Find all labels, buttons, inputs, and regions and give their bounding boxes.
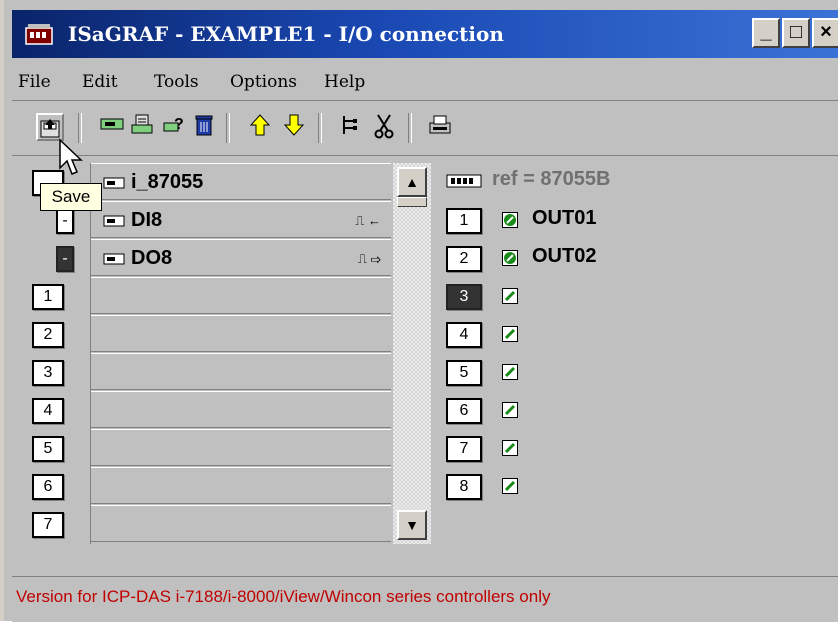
input-signal-icon: ⎍ ← [355,213,381,228]
toolbar-separator [226,113,230,143]
menu-help[interactable]: Help [324,72,365,92]
toolbar: ? [12,100,838,156]
tree-icon[interactable] [336,113,364,141]
svg-text:?: ? [174,116,184,133]
module-label: DO8 [131,247,173,269]
channel-button[interactable]: 6 [446,398,482,424]
slot-button[interactable]: 4 [32,398,64,424]
delete-icon[interactable] [190,113,218,141]
board-ref-label: ref = 87055B [492,168,611,190]
empty-row[interactable] [91,315,391,352]
module-row[interactable]: DO8 ⎍ ⇨ [91,239,391,276]
module-icon [103,215,125,227]
minimize-button[interactable]: _ [752,18,780,48]
close-button[interactable]: × [812,18,838,48]
channel-button[interactable]: 2 [446,246,482,272]
mouse-cursor-icon [59,138,83,175]
title-bar[interactable]: ISaGRAF - EXAMPLE1 - I/O connection _ □ … [12,10,838,58]
output-signal-icon: ⎍ ⇨ [357,251,381,266]
connect-icon[interactable] [98,113,126,141]
empty-row[interactable] [91,391,391,428]
up-icon[interactable] [246,113,274,141]
menu-edit[interactable]: Edit [82,72,118,92]
board-icon [103,177,125,189]
menu-bar: File Edit Tools Options Help [12,66,838,100]
channel-button[interactable]: 3 [446,284,482,310]
board-row[interactable]: i_87055 [91,163,391,200]
channel-variable-name: OUT01 [532,207,597,229]
set-icon[interactable] [128,113,156,141]
empty-row[interactable] [91,429,391,466]
scroll-thumb[interactable] [397,197,427,207]
empty-row[interactable] [91,467,391,504]
module-row[interactable]: DI8 ⎍ ← [91,201,391,238]
window-title: ISaGRAF - EXAMPLE1 - I/O connection [68,22,504,46]
board-list: i_87055 DI8 ⎍ ← DO8 ⎍ ⇨ [90,163,393,544]
empty-row[interactable] [91,277,391,314]
vertical-scrollbar[interactable]: ▲ ▼ [393,163,431,544]
board-ref-icon [446,174,482,188]
status-bar: Version for ICP-DAS i-7188/i-8000/iView/… [12,576,838,622]
channel-button[interactable]: 1 [446,208,482,234]
cut-icon[interactable] [370,113,398,141]
module-label: DI8 [131,209,163,231]
pencil-icon [502,402,518,418]
save-icon[interactable] [36,113,64,141]
menu-file[interactable]: File [18,72,51,92]
slot-button[interactable]: 6 [32,474,64,500]
collapse-button[interactable]: - [56,208,74,234]
down-icon[interactable] [280,113,308,141]
empty-row[interactable] [91,353,391,390]
help-icon[interactable]: ? [160,113,188,141]
toolbar-separator [408,113,412,143]
channel-button[interactable]: 5 [446,360,482,386]
menu-options[interactable]: Options [230,72,297,92]
app-window: ISaGRAF - EXAMPLE1 - I/O connection _ □ … [0,0,838,622]
variable-linked-icon [502,250,518,266]
scroll-up-button[interactable]: ▲ [397,167,427,197]
pencil-icon [502,478,518,494]
collapse-button[interactable]: - [56,246,74,272]
channel-variable-name: OUT02 [532,245,597,267]
channel-button[interactable]: 7 [446,436,482,462]
slot-button[interactable]: 5 [32,436,64,462]
pencil-icon [502,288,518,304]
status-message: Version for ICP-DAS i-7188/i-8000/iView/… [16,587,551,606]
pencil-icon [502,326,518,342]
slot-button[interactable]: 1 [32,284,64,310]
channel-button[interactable]: 4 [446,322,482,348]
slot-button[interactable]: 2 [32,322,64,348]
menu-tools[interactable]: Tools [154,72,199,92]
toolbar-separator [318,113,322,143]
pencil-icon [502,364,518,380]
slot-button[interactable]: 7 [32,512,64,538]
variable-linked-icon [502,212,518,228]
scroll-down-button[interactable]: ▼ [397,510,427,540]
maximize-button[interactable]: □ [782,18,810,48]
board-name: i_87055 [131,171,204,193]
channel-button[interactable]: 8 [446,474,482,500]
tooltip: Save [40,183,102,211]
empty-row[interactable] [91,505,391,542]
pencil-icon [502,440,518,456]
module-icon [103,253,125,265]
app-icon [25,24,53,45]
slot-button[interactable]: 3 [32,360,64,386]
print-icon[interactable] [426,113,454,141]
